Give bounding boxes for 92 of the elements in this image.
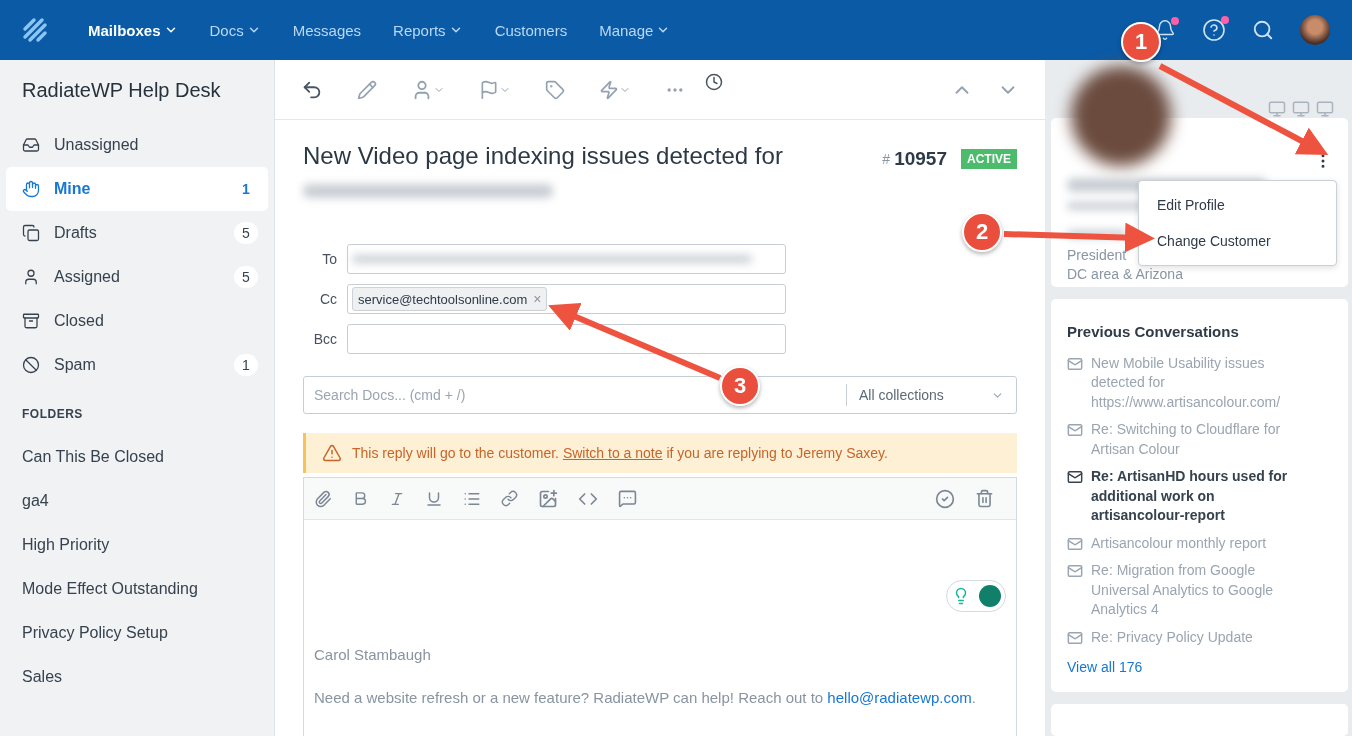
grammar-icon[interactable] — [978, 585, 1001, 607]
switch-to-note-link[interactable]: Switch to a note — [562, 445, 663, 461]
menu-item[interactable]: Change Customer — [1139, 223, 1336, 259]
sidebar-item[interactable]: Spam 1 — [6, 343, 268, 387]
collection-select[interactable]: All collections — [846, 384, 1016, 406]
folder-item[interactable]: High Priority — [6, 523, 268, 567]
sidebar-item-label: Drafts — [54, 224, 97, 242]
attach-icon[interactable] — [314, 489, 332, 508]
monitor-icon[interactable] — [1316, 100, 1334, 118]
tag-icon[interactable] — [545, 79, 565, 100]
mail-icon — [1067, 563, 1083, 579]
field-label: To — [321, 251, 337, 267]
folder-item[interactable]: Privacy Policy Setup — [6, 611, 268, 655]
warning-icon — [322, 443, 342, 463]
link-icon[interactable] — [501, 490, 518, 507]
menu-item[interactable]: Edit Profile — [1139, 187, 1336, 223]
card-heading: Previous Conversations — [1067, 322, 1240, 340]
section-heading: FOLDERS — [21, 406, 84, 423]
sidebar-item[interactable]: Drafts 5 — [6, 211, 268, 255]
avatar[interactable] — [1300, 15, 1330, 45]
input-field[interactable]: service@techtoolsonline.com × — [347, 284, 786, 314]
item-count: 1 — [241, 180, 251, 199]
sidebar-item-label: Spam — [54, 356, 96, 374]
sidebar-item[interactable]: Closed — [6, 299, 268, 343]
field-label: Cc — [318, 291, 337, 307]
user-icon — [22, 268, 40, 286]
field-label: Bcc — [312, 331, 337, 347]
chip-label: service@techtoolsonline.com — [358, 291, 528, 307]
pencil-icon[interactable] — [357, 79, 377, 100]
customer-title: President — [1067, 246, 1128, 265]
pages-icon — [22, 224, 40, 242]
nav-link[interactable]: Customers — [494, 21, 568, 39]
item-count: 1 — [234, 354, 258, 376]
search-icon[interactable] — [1252, 19, 1274, 41]
mail-icon — [1067, 355, 1083, 372]
sidebar-item-label: Mine — [54, 180, 91, 198]
underline-icon[interactable] — [425, 489, 443, 508]
comment-icon[interactable] — [618, 489, 637, 508]
image-icon[interactable] — [538, 488, 558, 509]
nav-link[interactable]: Messages — [292, 21, 362, 39]
input-field[interactable] — [347, 324, 786, 354]
monitor-icon[interactable] — [1268, 100, 1286, 118]
customer-location: DC area & Arizona — [1067, 265, 1184, 284]
folder-item[interactable]: Can This Be Closed — [6, 435, 268, 479]
flag-icon[interactable] — [479, 79, 511, 100]
clock-icon[interactable] — [705, 72, 723, 91]
sidebar-item-label: Closed — [54, 312, 104, 330]
conversation-title: New Video page indexing issues detected for — [303, 142, 783, 170]
sidebar-item-label: Unassigned — [54, 136, 139, 154]
italic-icon[interactable] — [389, 490, 405, 507]
reply-editor[interactable]: Carol Stambaugh Need a website refresh or a new feature? RadiateWP can help! Reach out to hello@radiatewp.com. — [303, 477, 1017, 736]
folder-item[interactable]: Sales — [6, 655, 268, 699]
email-chip[interactable]: service@techtoolsonline.com × — [352, 287, 548, 311]
nav-link[interactable]: Manage — [599, 21, 671, 39]
trash-icon[interactable] — [975, 489, 994, 508]
folder-item[interactable]: Mode Effect Outstanding — [6, 567, 268, 611]
ban-icon — [22, 356, 40, 374]
sidebar-item[interactable]: Mine 1 — [6, 167, 268, 211]
mail-icon — [1067, 469, 1083, 485]
signature-name: Carol Stambaugh — [314, 646, 432, 663]
view-all-link[interactable]: View all 176 — [1067, 659, 1143, 675]
sidebar-item-label: Assigned — [54, 268, 120, 286]
ticket-number: 10957 — [894, 148, 947, 170]
mail-icon — [1067, 629, 1083, 646]
status-badge: ACTIVE — [961, 149, 1017, 169]
signature-text: Need a website refresh or a new feature? RadiateWP can help! Reach out to hello@radiatewp.com. — [314, 689, 977, 706]
nav-link[interactable]: Reports — [393, 21, 463, 39]
item-count: 5 — [234, 266, 258, 288]
folder-item[interactable]: ga4 — [6, 479, 268, 523]
grammar-widget[interactable] — [946, 580, 1006, 612]
collection-label: All collections — [859, 387, 944, 403]
conversation-link[interactable]: Re: ArtisanHD hours used for additional work on artisancolour-report — [1091, 467, 1311, 526]
mail-icon — [1067, 422, 1083, 438]
lightning-icon[interactable] — [599, 79, 631, 100]
email-link[interactable]: hello@radiatewp.com — [827, 689, 972, 706]
hand-icon — [22, 180, 40, 198]
monitor-icon[interactable] — [1292, 100, 1310, 118]
sidebar-item[interactable]: Assigned 5 — [6, 255, 268, 299]
hash-sign: # — [882, 151, 891, 167]
item-count: 5 — [234, 222, 258, 244]
mailbox-title: RadiateWP Help Desk — [21, 78, 222, 103]
input-field[interactable] — [347, 244, 786, 274]
sidebar-item[interactable]: Unassigned — [6, 123, 268, 167]
archive-icon — [22, 312, 40, 330]
mail-icon — [1067, 535, 1083, 552]
nav-link[interactable]: Mailboxes — [88, 21, 178, 39]
inbox-icon — [22, 136, 40, 154]
logo-icon — [22, 17, 48, 43]
nav-link[interactable]: Docs — [209, 21, 261, 39]
help-icon[interactable] — [1202, 18, 1226, 42]
check-icon[interactable] — [935, 488, 955, 509]
warning-text: This reply will go to the customer. Switch to a note if you are replying to Jeremy Saxey. — [352, 445, 888, 461]
